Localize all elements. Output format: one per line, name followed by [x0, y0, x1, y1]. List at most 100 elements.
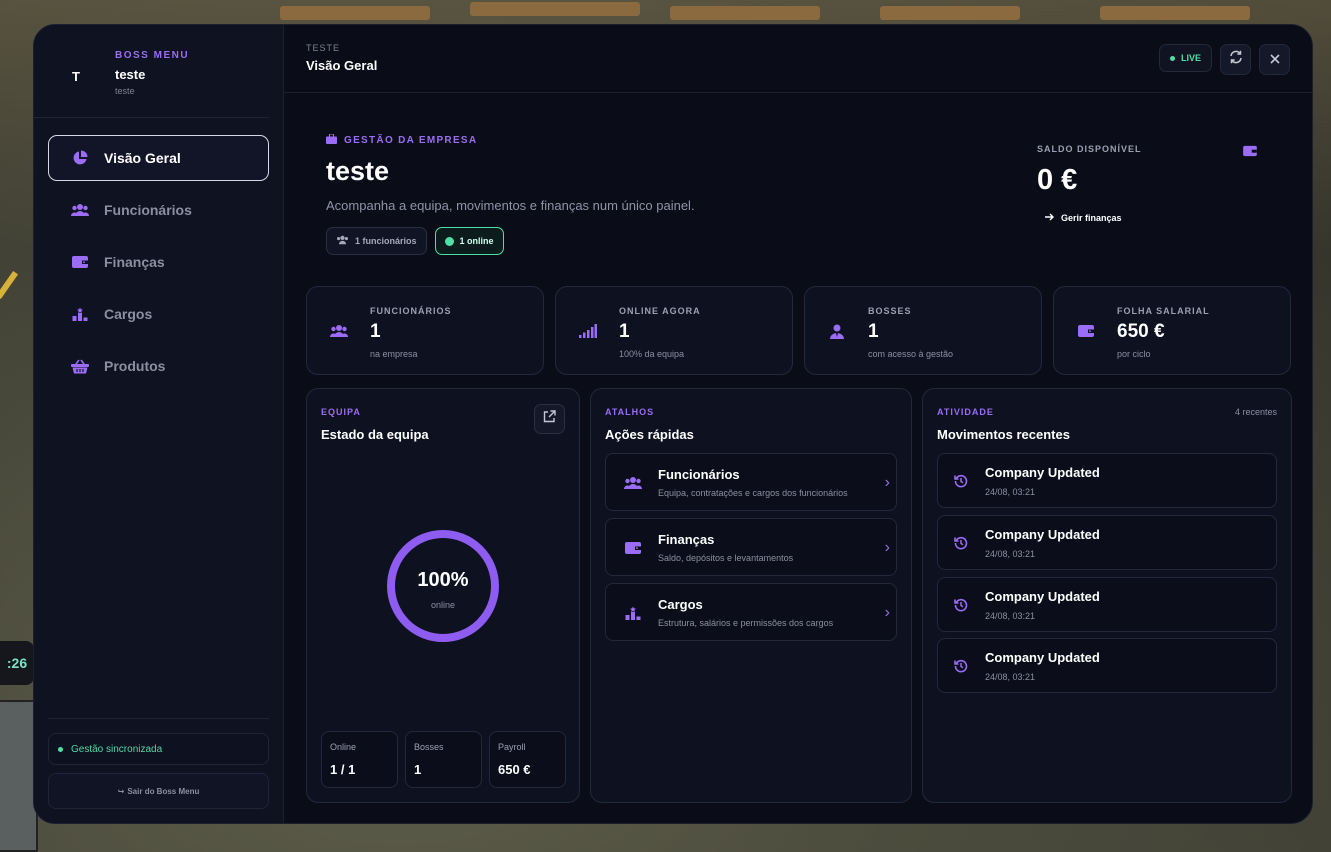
ranks-icon — [624, 605, 642, 621]
boss-menu-panel: T BOSS MENU teste teste Visão Geral Func… — [33, 24, 1313, 824]
shortcut-desc: Equipa, contratações e cargos dos funcio… — [658, 488, 848, 498]
stat-value: 1 — [370, 321, 381, 342]
live-dot-icon — [1169, 55, 1175, 61]
wallet-icon — [1243, 144, 1257, 162]
mini-label: Bosses — [414, 742, 444, 752]
chevron-right-icon: › — [884, 474, 890, 491]
chevron-right-icon: › — [884, 604, 890, 621]
leave-label: Sair do Boss Menu — [127, 786, 200, 796]
sidebar-item-financas[interactable]: Finanças — [48, 239, 269, 285]
live-label: LIVE — [1180, 53, 1201, 63]
mini-value: 650 € — [498, 762, 531, 777]
balance-value: 0 € — [1037, 164, 1078, 196]
mini-value: 1 / 1 — [330, 762, 356, 777]
card-tag: EQUIPA — [321, 407, 361, 417]
shortcut-cargos[interactable]: Cargos Estrutura, salários e permissões … — [605, 583, 897, 641]
online-chip-label: 1 online — [459, 236, 494, 246]
ring-sub: online — [430, 600, 456, 610]
sign-out-icon: ↪ — [117, 786, 125, 796]
background-curb — [880, 6, 1020, 20]
manage-finances-link[interactable]: Gerir finanças — [1045, 213, 1257, 223]
stat-sub: com acesso à gestão — [868, 349, 954, 359]
shortcut-title: Finanças — [658, 532, 715, 547]
ranks-icon — [71, 306, 89, 322]
team-mini-stats: Online 1 / 1 Bosses 1 Payroll 650 € — [321, 731, 566, 788]
stats-row: FUNCIONÁRIOS 1 na empresa ONLINE AGORA 1… — [306, 286, 1291, 375]
signal-icon — [579, 323, 597, 339]
leave-boss-menu-button[interactable]: ↪ Sair do Boss Menu — [48, 773, 269, 809]
stat-card-online: ONLINE AGORA 1 100% da equipa — [555, 286, 793, 375]
card-title: Estado da equipa — [321, 427, 429, 442]
card-title: Movimentos recentes — [937, 427, 1070, 442]
sidebar-item-funcionarios[interactable]: Funcionários — [48, 187, 269, 233]
sidebar-item-label: Visão Geral — [104, 150, 181, 166]
recent-activity-card: ATIVIDADE 4 recentes Movimentos recentes… — [922, 388, 1292, 803]
manage-finances-label: Gerir finanças — [1061, 213, 1122, 223]
online-ring: 100% online — [387, 530, 499, 642]
sidebar-item-cargos[interactable]: Cargos — [48, 291, 269, 337]
main-content: TESTE Visão Geral LIVE GESTÃO DA EMPRESA… — [284, 25, 1312, 823]
wallet-icon — [624, 540, 642, 556]
company-title: teste — [326, 156, 390, 186]
employees-chip-label: 1 funcionários — [355, 236, 417, 246]
activity-time: 24/08, 03:21 — [985, 549, 1036, 559]
stat-sub: por ciclo — [1117, 349, 1151, 359]
activity-item: Company Updated 24/08, 03:21 — [937, 453, 1277, 508]
close-button[interactable] — [1259, 44, 1290, 75]
mini-value: 1 — [414, 762, 422, 777]
history-icon — [954, 474, 970, 490]
hero-tag: GESTÃO DA EMPRESA — [326, 133, 695, 147]
sidebar-item-visao-geral[interactable]: Visão Geral — [48, 135, 269, 181]
hero-chips: 1 funcionários 1 online — [326, 227, 695, 255]
stat-label: FUNCIONÁRIOS — [370, 306, 452, 316]
open-team-button[interactable] — [534, 404, 565, 434]
card-tag: ATALHOS — [605, 407, 655, 417]
sidebar-item-label: Cargos — [104, 306, 153, 322]
background-curb — [280, 6, 430, 20]
stat-card-payroll: FOLHA SALARIAL 650 € por ciclo — [1053, 286, 1291, 375]
mini-label: Payroll — [498, 742, 526, 752]
refresh-button[interactable] — [1220, 44, 1251, 75]
employees-chip: 1 funcionários — [326, 227, 427, 255]
sidebar-nav: Visão Geral Funcionários Finanças Cargos — [34, 118, 283, 395]
stat-sub: 100% da equipa — [619, 349, 685, 359]
stat-card-employees: FUNCIONÁRIOS 1 na empresa — [306, 286, 544, 375]
chevron-right-icon: › — [884, 539, 890, 556]
wallet-icon — [1077, 323, 1095, 339]
user-tie-icon — [828, 323, 846, 339]
card-tag: ATIVIDADE — [937, 407, 994, 417]
activity-time: 24/08, 03:21 — [985, 672, 1036, 682]
online-chip: 1 online — [434, 227, 504, 255]
stat-label: FOLHA SALARIAL — [1117, 306, 1210, 316]
wallet-icon — [71, 254, 89, 270]
activity-item: Company Updated 24/08, 03:21 — [937, 638, 1277, 693]
sidebar-item-produtos[interactable]: Produtos — [48, 343, 269, 389]
history-icon — [954, 659, 970, 675]
topbar: TESTE Visão Geral LIVE — [284, 25, 1312, 93]
stat-value: 650 € — [1117, 321, 1165, 342]
shortcut-financas[interactable]: Finanças Saldo, depósitos e levantamento… — [605, 518, 897, 576]
sync-status: Gestão sincronizada — [48, 733, 269, 765]
activity-item: Company Updated 24/08, 03:21 — [937, 577, 1277, 632]
activity-title: Company Updated — [985, 465, 1100, 480]
activity-time: 24/08, 03:21 — [985, 611, 1036, 621]
company-hero: GESTÃO DA EMPRESA teste Acompanha a equi… — [326, 133, 695, 255]
online-dot-icon — [444, 236, 454, 246]
briefcase-icon — [326, 133, 337, 147]
users-icon — [71, 202, 89, 218]
mini-label: Online — [330, 742, 357, 752]
balance-panel: SALDO DISPONÍVEL 0 € Gerir finanças — [1037, 144, 1257, 223]
company-description: Acompanha a equipa, movimentos e finança… — [326, 198, 695, 213]
status-dot-icon — [58, 746, 63, 752]
live-badge: LIVE — [1158, 44, 1212, 72]
users-icon — [336, 235, 349, 247]
shortcut-funcionarios[interactable]: Funcionários Equipa, contratações e carg… — [605, 453, 897, 511]
stat-value: 1 — [868, 321, 879, 342]
brand: T BOSS MENU teste teste — [34, 25, 269, 118]
company-name: teste — [115, 67, 146, 82]
arrow-right-icon — [1045, 213, 1055, 223]
quick-actions-card: ATALHOS Ações rápidas Funcionários Equip… — [590, 388, 912, 803]
stat-label: BOSSES — [868, 306, 912, 316]
brand-subtitle: BOSS MENU — [115, 50, 190, 61]
company-sub: teste — [115, 86, 135, 96]
